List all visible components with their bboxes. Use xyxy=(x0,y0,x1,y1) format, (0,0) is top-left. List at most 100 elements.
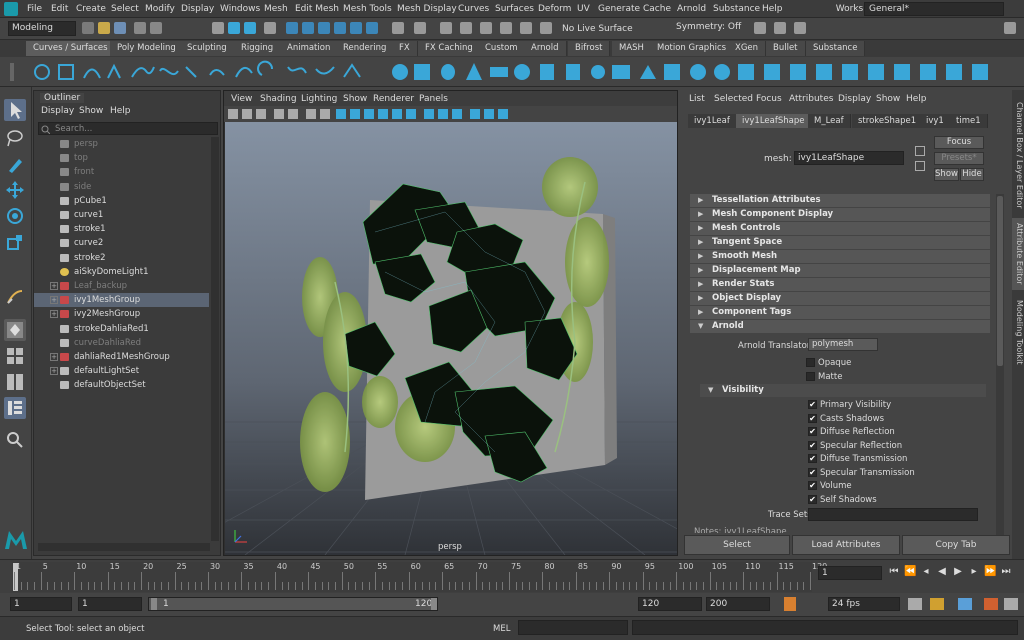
section-mesh-component-display[interactable]: ▶ Mesh Component Display xyxy=(690,208,990,221)
viewport-menu-panels[interactable]: Panels xyxy=(419,94,448,104)
section-arnold[interactable]: ▼ Arnold xyxy=(690,320,990,333)
outliner-item[interactable]: curve2 xyxy=(34,236,209,250)
panel-toggle-icon[interactable] xyxy=(1004,22,1016,34)
menu-select[interactable]: Select xyxy=(111,4,139,14)
single-perspective-layout-icon[interactable] xyxy=(4,319,26,341)
menu-modify[interactable]: Modify xyxy=(145,4,175,14)
menu-display[interactable]: Display xyxy=(181,4,214,14)
visibility-checkbox[interactable]: ✔ xyxy=(808,467,817,477)
expand-toggle-icon[interactable]: + xyxy=(50,353,58,361)
copy-tab-button[interactable]: Copy Tab xyxy=(902,535,1010,555)
visibility-checkbox[interactable]: ✔ xyxy=(808,413,817,423)
expand-toggle-icon[interactable]: + xyxy=(50,367,58,376)
ae-menu-show[interactable]: Show xyxy=(876,94,900,104)
step-forward-frame-icon[interactable]: ▸ xyxy=(968,566,980,578)
paint-select-tool-icon[interactable] xyxy=(4,153,26,175)
play-backwards-icon[interactable]: ◀ xyxy=(936,566,948,578)
outliner-item[interactable]: curveDahliaRed xyxy=(34,336,209,350)
menu-deform[interactable]: Deform xyxy=(538,4,571,14)
snap-view-plane-icon[interactable] xyxy=(350,22,362,34)
animation-end-field[interactable]: 200 xyxy=(706,597,770,611)
redo-icon[interactable] xyxy=(150,22,162,34)
outliner-item[interactable]: stroke1 xyxy=(34,222,209,236)
settings-icon[interactable] xyxy=(1004,598,1018,610)
open-scene-icon[interactable] xyxy=(98,22,110,34)
menu-substance[interactable]: Substance xyxy=(713,4,760,14)
ae-tab-ivy1leafshape[interactable]: ivy1LeafShape xyxy=(736,114,812,128)
visibility-checkbox[interactable]: ✔ xyxy=(808,494,817,504)
sign-in-icon[interactable] xyxy=(794,22,806,34)
outliner-scrollbar[interactable] xyxy=(211,137,219,541)
render-view-icon[interactable] xyxy=(440,22,452,34)
step-back-key-icon[interactable]: ⏪ xyxy=(904,566,916,578)
viewport-menu-shading[interactable]: Shading xyxy=(260,94,297,104)
ipr-render-icon[interactable] xyxy=(480,22,492,34)
camera-icon[interactable] xyxy=(774,22,786,34)
key-icon[interactable] xyxy=(784,597,796,611)
workspace-dropdown[interactable]: General* xyxy=(864,2,1004,16)
ae-menu-attributes[interactable]: Attributes xyxy=(789,94,833,104)
menu-mesh[interactable]: Mesh xyxy=(264,4,288,14)
loop-icon[interactable] xyxy=(908,598,922,610)
outliner-menu-show[interactable]: Show xyxy=(79,106,103,116)
range-start-handle[interactable] xyxy=(151,598,157,610)
expand-toggle-icon[interactable]: + xyxy=(50,310,58,319)
render-setup-icon[interactable] xyxy=(540,22,552,34)
focus-input-icon[interactable] xyxy=(915,146,925,156)
visibility-checkbox[interactable]: ✔ xyxy=(808,400,817,409)
outliner-item[interactable]: front xyxy=(34,165,209,179)
section-visibility[interactable]: ▼ Visibility xyxy=(700,384,986,397)
select-hierarchy-icon[interactable] xyxy=(212,22,224,34)
shelf-tab-rendering[interactable]: Rendering xyxy=(336,41,395,56)
modeling-toolkit-tab[interactable]: Modeling Toolkit xyxy=(1012,296,1024,368)
section-render-stats[interactable]: ▶ Render Stats xyxy=(690,278,990,291)
ae-tab-m-leaf[interactable]: M_Leaf xyxy=(808,114,851,128)
viewport-panel[interactable]: View Shading Lighting Show Renderer Pane… xyxy=(223,90,678,556)
menu-file[interactable]: File xyxy=(27,4,42,14)
menuset-dropdown[interactable]: Modeling xyxy=(8,21,76,36)
shelf-tab-fx[interactable]: FX xyxy=(392,41,418,56)
render-settings-icon[interactable] xyxy=(500,22,512,34)
shelf-tab-mash[interactable]: MASH xyxy=(612,41,652,56)
viewport-menu-lighting[interactable]: Lighting xyxy=(301,94,337,104)
outliner-layout-icon[interactable] xyxy=(4,397,26,419)
auto-key-icon[interactable] xyxy=(930,598,944,610)
range-end-handle[interactable] xyxy=(431,598,437,610)
shelf-tab-substance[interactable]: Substance xyxy=(806,41,866,56)
menu-edit[interactable]: Edit xyxy=(51,4,68,14)
outliner-item[interactable]: + defaultLightSet xyxy=(34,364,209,378)
go-to-start-icon[interactable]: ⏮ xyxy=(888,566,900,578)
shelf-tab-animation[interactable]: Animation xyxy=(280,41,339,56)
menu-help[interactable]: Help xyxy=(762,4,783,14)
menu-generate[interactable]: Generate xyxy=(598,4,640,14)
outliner-item[interactable]: persp xyxy=(34,137,209,151)
shelf-tab-fx-caching[interactable]: FX Caching xyxy=(418,41,481,56)
shelf-tab-rigging[interactable]: Rigging xyxy=(234,41,282,56)
current-frame-field[interactable]: 1 xyxy=(818,566,882,580)
render-frame-icon[interactable] xyxy=(460,22,472,34)
menu-arnold[interactable]: Arnold xyxy=(677,4,706,14)
play-forwards-icon[interactable]: ▶ xyxy=(952,566,964,578)
outliner-item[interactable]: side xyxy=(34,180,209,194)
two-view-layout-icon[interactable] xyxy=(4,371,26,393)
make-live-icon[interactable] xyxy=(366,22,378,34)
section-tangent-space[interactable]: ▶ Tangent Space xyxy=(690,236,990,249)
ae-menu-focus[interactable]: Focus xyxy=(756,94,782,104)
search-tool-icon[interactable] xyxy=(4,429,26,451)
outliner-item[interactable]: + dahliaRed1MeshGroup xyxy=(34,350,209,364)
snap-curve-icon[interactable] xyxy=(302,22,314,34)
select-tool-icon[interactable] xyxy=(4,99,26,121)
outliner-item[interactable]: top xyxy=(34,151,209,165)
viewport-menu-view[interactable]: View xyxy=(231,94,252,104)
step-back-frame-icon[interactable]: ◂ xyxy=(920,566,932,578)
playback-end-field[interactable]: 120 xyxy=(638,597,702,611)
snap-projected-icon[interactable] xyxy=(334,22,346,34)
menu-curves[interactable]: Curves xyxy=(458,4,489,14)
shelf-tab-sculpting[interactable]: Sculpting xyxy=(180,41,235,56)
shelf-tab-motion-graphics[interactable]: Motion Graphics xyxy=(650,41,735,56)
opaque-checkbox[interactable] xyxy=(806,358,815,367)
ae-tab-ivy1[interactable]: ivy1 xyxy=(920,114,951,128)
trace-sets-field[interactable] xyxy=(808,508,978,521)
menu-surfaces[interactable]: Surfaces xyxy=(495,4,534,14)
step-forward-key-icon[interactable]: ⏩ xyxy=(984,566,996,578)
